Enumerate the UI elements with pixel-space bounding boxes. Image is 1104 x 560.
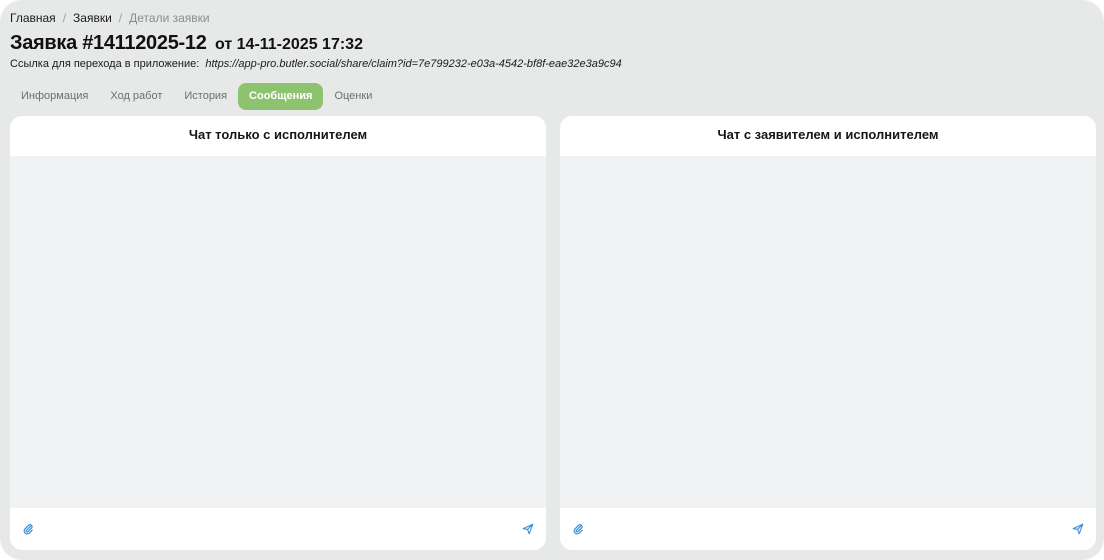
share-link-url[interactable]: https://app-pro.butler.social/share/clai… bbox=[205, 58, 621, 70]
message-composer bbox=[10, 508, 546, 550]
send-icon[interactable] bbox=[1072, 523, 1084, 535]
claim-date: от 14-11-2025 17:32 bbox=[214, 36, 363, 53]
chat-panel-executor: Чат только с исполнителем bbox=[10, 116, 546, 550]
claim-number: Заявка #14112025-12 bbox=[10, 32, 207, 54]
tab-messages[interactable]: Сообщения bbox=[238, 83, 324, 110]
message-composer bbox=[560, 508, 1096, 550]
tab-progress[interactable]: Ход работ bbox=[99, 83, 173, 110]
share-link-label: Ссылка для перехода в приложение: bbox=[10, 58, 200, 70]
breadcrumb-home[interactable]: Главная bbox=[10, 11, 56, 25]
tab-bar: Информация Ход работ История Сообщения О… bbox=[10, 83, 383, 110]
chat-title: Чат только с исполнителем bbox=[188, 127, 368, 142]
page-title: Заявка #14112025-12 от 14-11-2025 17:32 bbox=[10, 32, 363, 55]
tab-history[interactable]: История bbox=[173, 83, 238, 110]
chat-panel-applicant-executor: Чат с заявителем и исполнителем bbox=[560, 116, 1096, 550]
message-list[interactable] bbox=[10, 156, 546, 508]
app-frame: Главная / Заявки / Детали заявки Заявка … bbox=[0, 0, 1104, 560]
paperclip-icon[interactable] bbox=[22, 523, 34, 535]
send-icon[interactable] bbox=[522, 523, 534, 535]
breadcrumb: Главная / Заявки / Детали заявки bbox=[10, 11, 210, 25]
breadcrumb-claims[interactable]: Заявки bbox=[73, 11, 112, 25]
breadcrumb-separator: / bbox=[118, 11, 123, 25]
breadcrumb-separator: / bbox=[62, 11, 67, 25]
tab-ratings[interactable]: Оценки bbox=[323, 83, 383, 110]
chat-title: Чат с заявителем и исполнителем bbox=[717, 127, 939, 142]
breadcrumb-current: Детали заявки bbox=[129, 11, 210, 25]
share-link-row: Ссылка для перехода в приложение: https:… bbox=[10, 58, 622, 70]
message-list[interactable] bbox=[560, 156, 1096, 508]
tab-info[interactable]: Информация bbox=[10, 83, 99, 110]
paperclip-icon[interactable] bbox=[572, 523, 584, 535]
